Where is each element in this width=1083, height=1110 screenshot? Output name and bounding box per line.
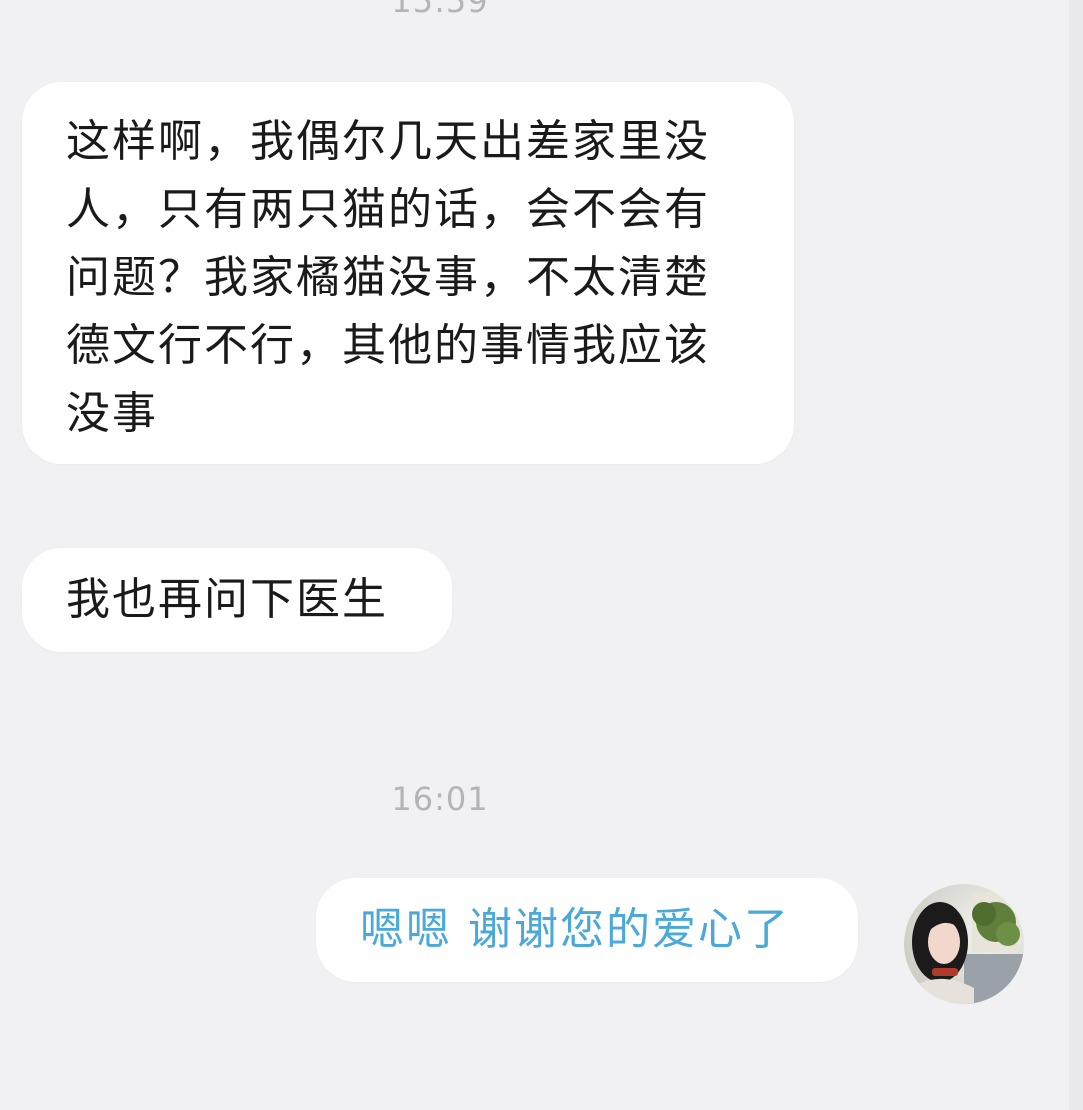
timestamp: 16:01 <box>391 780 489 818</box>
scroll-edge <box>1069 0 1083 1110</box>
user-avatar-icon[interactable] <box>904 884 1024 1004</box>
message-text: 嗯嗯 谢谢您的爱心了 <box>360 904 790 955</box>
message-line: 德文行不行，其他的事情我应该 <box>66 320 710 371</box>
avatar-image <box>904 884 1024 1004</box>
incoming-message-bubble[interactable]: 这样啊，我偶尔几天出差家里没 人，只有两只猫的话，会不会有 问题？我家橘猫没事，… <box>22 82 794 464</box>
message-text: 我也再问下医生 <box>66 574 388 625</box>
outgoing-message-bubble[interactable]: 嗯嗯 谢谢您的爱心了 <box>316 878 858 982</box>
timestamp: 15:59 <box>391 0 489 20</box>
message-line: 这样啊，我偶尔几天出差家里没 <box>66 116 710 167</box>
message-line: 人，只有两只猫的话，会不会有 <box>66 184 710 235</box>
incoming-message-bubble[interactable]: 我也再问下医生 <box>22 548 452 652</box>
message-line: 问题？我家橘猫没事，不太清楚 <box>66 252 710 303</box>
message-line: 没事 <box>66 388 158 439</box>
